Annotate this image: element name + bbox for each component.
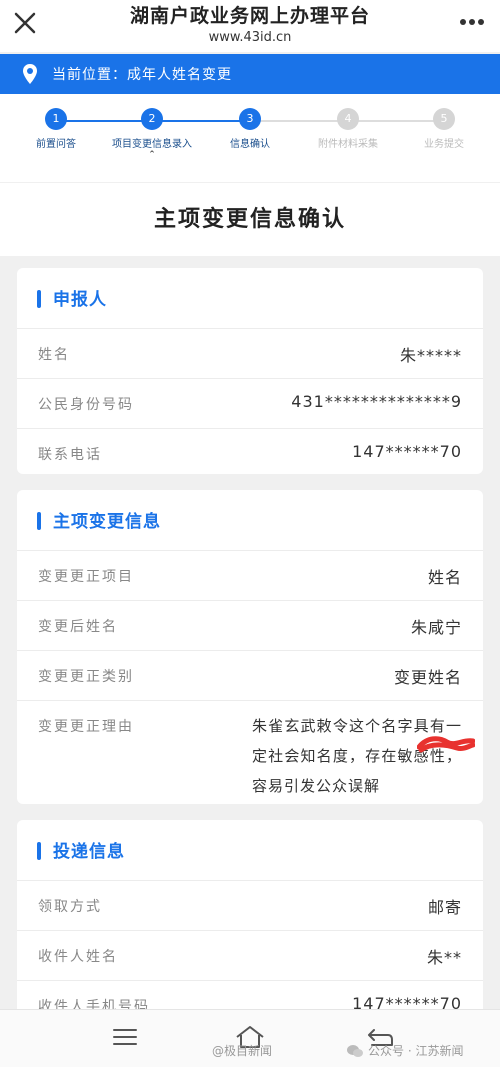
- step-number: 1: [45, 108, 67, 130]
- row-label: 联系电话: [38, 447, 102, 463]
- location-bar: 当前位置：成年人姓名变更: [0, 54, 500, 94]
- info-row: 变更更正理由 朱雀玄武敕令这个名字具有一定社会知名度，存在敏感性，容易引发公众误…: [17, 700, 483, 804]
- row-value: 431**************9: [291, 392, 462, 411]
- step-4: 4 附件材料采集: [300, 108, 396, 151]
- progress-stepper: 1 前置问答 2 项目变更信息录入 ⌃ 3 信息确认 4 附件材料采集 5 业务…: [0, 94, 500, 182]
- row-label: 公民身份号码: [38, 397, 134, 413]
- row-label: 姓名: [38, 347, 70, 363]
- row-value: 姓名: [427, 568, 462, 587]
- chevron-down-icon: ⌃: [148, 150, 156, 160]
- more-icon[interactable]: [458, 10, 486, 34]
- card-header: 投递信息: [17, 820, 483, 880]
- row-value: 147******70: [352, 442, 462, 461]
- step-1: 1 前置问答: [8, 108, 104, 151]
- step-number: 4: [337, 108, 359, 130]
- row-label: 收件人姓名: [38, 949, 118, 965]
- redaction-scribble: [417, 736, 475, 753]
- change-info-card: 主项变更信息 变更更正项目 姓名 变更后姓名 朱咸宁 变更更正类别 变更姓名 变…: [17, 490, 483, 804]
- watermark-right: 公众号 · 江苏新闻: [368, 1044, 464, 1058]
- card-header: 主项变更信息: [17, 490, 483, 550]
- applicant-card: 申报人 姓名 朱***** 公民身份号码 431**************9 …: [17, 268, 483, 474]
- breadcrumb: 当前位置：成年人姓名变更: [52, 67, 232, 83]
- title-block: 湖南户政业务网上办理平台 www.43id.cn: [60, 3, 440, 47]
- row-label: 变更更正类别: [38, 669, 134, 685]
- section-title: 主项变更信息: [53, 512, 161, 532]
- section-accent-bar: [37, 290, 41, 308]
- info-row: 变更后姓名 朱咸宁: [17, 600, 483, 650]
- close-icon[interactable]: [10, 8, 40, 38]
- watermark-left: @极目新闻: [212, 1044, 273, 1058]
- step-3: 3 信息确认: [202, 108, 298, 151]
- row-label: 变更更正理由: [38, 719, 134, 735]
- info-row: 收件人姓名 朱**: [17, 930, 483, 980]
- step-label: 业务提交: [424, 139, 464, 150]
- section-title: 申报人: [53, 290, 107, 310]
- info-row: 姓名 朱*****: [17, 328, 483, 378]
- top-bar: 湖南户政业务网上办理平台 www.43id.cn: [0, 0, 500, 52]
- step-number: 5: [433, 108, 455, 130]
- info-row: 变更更正项目 姓名: [17, 550, 483, 600]
- page-title: 主项变更信息确认: [0, 183, 500, 256]
- row-value: 邮寄: [427, 898, 462, 917]
- step-label: 附件材料采集: [318, 139, 378, 150]
- step-label: 信息确认: [230, 139, 270, 150]
- step-2: 2 项目变更信息录入 ⌃: [104, 108, 200, 160]
- card-header: 申报人: [17, 268, 483, 328]
- row-label: 领取方式: [38, 899, 102, 915]
- section-accent-bar: [37, 842, 41, 860]
- delivery-card: 投递信息 领取方式 邮寄 收件人姓名 朱** 收件人手机号码 147******…: [17, 820, 483, 1020]
- row-label: 变更后姓名: [38, 619, 118, 635]
- wechat-icon: [347, 1045, 363, 1057]
- step-number: 2: [141, 108, 163, 130]
- info-row: 领取方式 邮寄: [17, 880, 483, 930]
- app-url: www.43id.cn: [208, 30, 292, 45]
- section-title: 投递信息: [53, 842, 125, 862]
- row-value: 朱*****: [399, 346, 462, 365]
- info-row: 变更更正类别 变更姓名: [17, 650, 483, 700]
- row-value: 变更姓名: [393, 668, 462, 687]
- row-value: 朱**: [426, 948, 462, 967]
- row-value: 朱雀玄武敕令这个名字具有一定社会知名度，存在敏感性，容易引发公众误解: [252, 717, 462, 795]
- location-pin-icon: [23, 64, 37, 84]
- step-label: 前置问答: [36, 139, 76, 150]
- row-value: 朱咸宁: [410, 618, 462, 637]
- step-5: 5 业务提交: [396, 108, 492, 151]
- info-row: 联系电话 147******70: [17, 428, 483, 478]
- menu-icon[interactable]: [112, 1026, 138, 1048]
- step-number: 3: [239, 108, 261, 130]
- section-accent-bar: [37, 512, 41, 530]
- bottom-nav: @极目新闻 公众号 · 江苏新闻: [0, 1009, 500, 1067]
- row-label: 变更更正项目: [38, 569, 134, 585]
- info-row: 公民身份号码 431**************9: [17, 378, 483, 428]
- app-title: 湖南户政业务网上办理平台: [129, 5, 370, 27]
